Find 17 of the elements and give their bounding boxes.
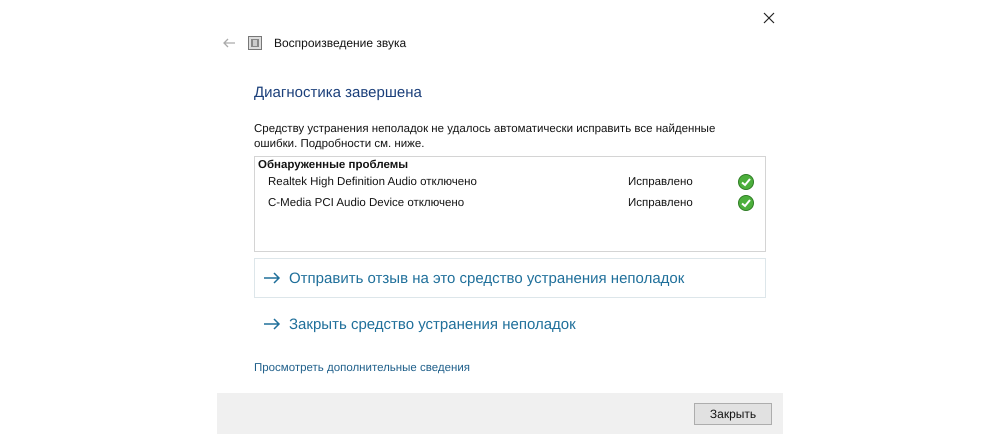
action-link[interactable]: Отправить отзыв на это средство устранения неполадок [254,258,766,298]
problem-status: Исправлено [628,176,694,188]
panel-title: Обнаруженные проблемы [258,159,410,171]
check-icon [738,194,754,210]
close-button[interactable]: Закрыть [694,402,772,424]
more-info-link[interactable]: Просмотреть дополнительные сведения [254,362,766,374]
problem-status: Исправлено [628,196,694,208]
check-icon [738,174,754,190]
arrow-icon [263,318,281,330]
window-title: Воспроизведение звука [274,36,406,50]
arrow-icon [263,272,281,284]
description-text: Средству устранения неполадок не удалось автоматически исправить все найденные ошибки. Подробности см. ниже. [254,122,716,152]
problem-name: C-Media PCI Audio Device отключено [268,196,466,208]
problem-name: Realtek High Definition Audio отключено [268,176,478,188]
page-heading: Диагностика завершена [254,84,423,101]
app-icon [248,36,262,50]
close-icon[interactable] [763,12,775,24]
